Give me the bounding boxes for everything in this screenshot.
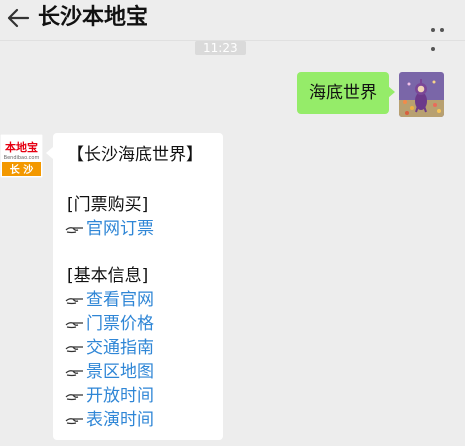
reply-message-bubble: 【长沙海底世界】 [门票购买] 官网订票 [基本信息] 查看官网 门票价格 交通…	[46, 133, 223, 440]
user-message-bubble[interactable]: 海底世界	[297, 72, 395, 114]
user-avatar[interactable]	[399, 72, 444, 117]
pointing-hand-icon	[65, 370, 83, 377]
city-text: 长 沙	[10, 163, 33, 176]
link-show-times[interactable]: 表演时间	[65, 408, 154, 432]
pointing-hand-icon	[65, 346, 83, 353]
link-label[interactable]: 交通指南	[86, 336, 154, 360]
link-label[interactable]: 景区地图	[86, 360, 154, 384]
chat-title: 长沙本地宝	[38, 5, 149, 30]
pointing-hand-icon	[65, 298, 83, 305]
link-label[interactable]: 表演时间	[86, 408, 154, 432]
user-avatar-image	[399, 72, 444, 117]
more-dots-icon[interactable]	[431, 17, 457, 51]
back-arrow-icon[interactable]	[6, 7, 30, 29]
reply-title: 【长沙海底世界】	[67, 145, 203, 165]
message-timestamp: 11:23	[195, 41, 246, 55]
link-view-official-site[interactable]: 查看官网	[65, 288, 154, 312]
pointing-hand-icon	[65, 418, 83, 425]
link-official-booking[interactable]: 官网订票	[65, 217, 154, 241]
bendibao-logo: 本地宝 Bendibao.com 长 沙	[0, 133, 44, 179]
top-bar: 长沙本地宝	[0, 0, 465, 51]
section-ticket-purchase: [门票购买]	[67, 195, 149, 215]
link-ticket-price[interactable]: 门票价格	[65, 312, 154, 336]
official-account-avatar[interactable]: 本地宝 Bendibao.com 长 沙	[0, 133, 44, 179]
domain-text: Bendibao.com	[4, 155, 40, 161]
link-opening-hours[interactable]: 开放时间	[65, 384, 154, 408]
link-label[interactable]: 开放时间	[86, 384, 154, 408]
link-scenic-map[interactable]: 景区地图	[65, 360, 154, 384]
brand-text: 本地宝	[5, 140, 38, 154]
link-label[interactable]: 查看官网	[86, 288, 154, 312]
section-basic-info: [基本信息]	[67, 266, 149, 286]
pointing-hand-icon	[65, 322, 83, 329]
link-label[interactable]: 官网订票	[86, 217, 154, 241]
link-traffic-guide[interactable]: 交通指南	[65, 336, 154, 360]
pointing-hand-icon	[65, 394, 83, 401]
pointing-hand-icon	[65, 227, 83, 234]
link-label[interactable]: 门票价格	[86, 312, 154, 336]
